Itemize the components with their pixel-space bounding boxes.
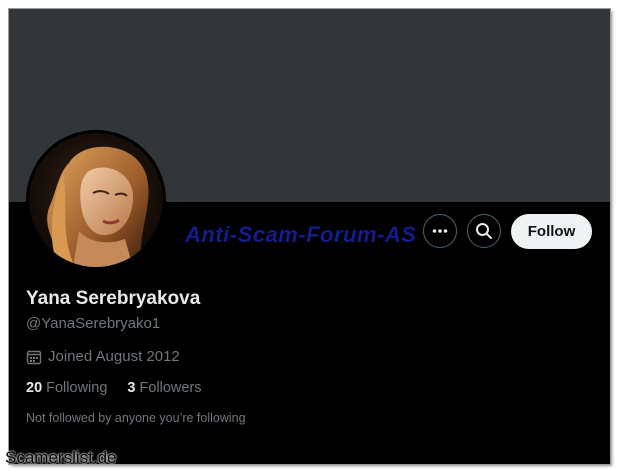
following-count: 20 (26, 380, 43, 396)
search-icon (476, 223, 492, 239)
joined-label: Joined August 2012 (48, 348, 180, 365)
follow-stats: 20 Following 3 Followers (26, 380, 222, 396)
following-link[interactable]: 20 Following (26, 380, 107, 396)
profile-frame: Anti-Scam-Forum-AS Follow Yana Serebryak… (9, 9, 610, 464)
followers-link[interactable]: 3 Followers (127, 380, 201, 396)
joined-date: Joined August 2012 (26, 348, 180, 365)
watermark-text: Anti-Scam-Forum-AS (185, 222, 417, 247)
avatar[interactable] (26, 130, 166, 270)
more-horizontal-icon (432, 229, 448, 233)
following-label: Following (46, 380, 108, 396)
mutual-followers-note: Not followed by anyone you’re following (26, 411, 246, 425)
profile-name: Yana Serebryakova (26, 288, 201, 309)
search-button[interactable] (467, 214, 501, 248)
site-watermark: Scamerslist.de (5, 448, 117, 467)
more-button[interactable] (423, 214, 457, 248)
follow-button[interactable]: Follow (511, 214, 592, 249)
calendar-icon (26, 350, 42, 364)
followers-count: 3 (127, 380, 136, 396)
followers-label: Followers (139, 380, 202, 396)
profile-handle: @YanaSerebryako1 (26, 315, 161, 332)
